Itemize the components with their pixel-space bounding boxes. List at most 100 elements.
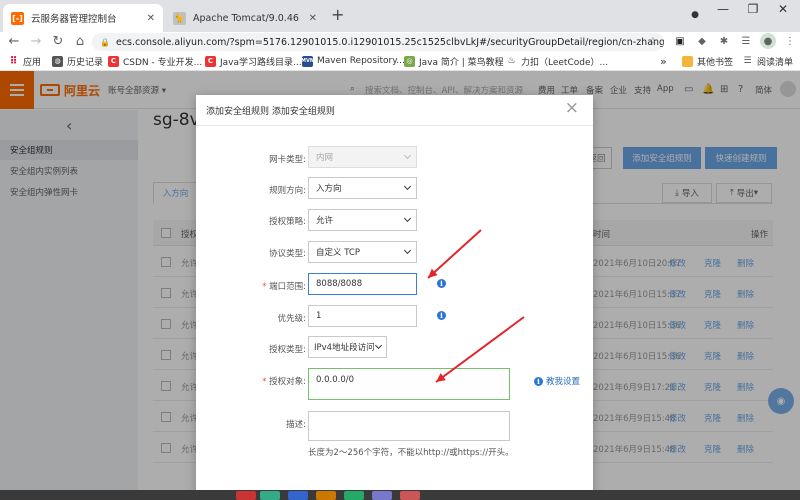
extension-icon[interactable]: ◆ (694, 33, 710, 49)
bookmark-history[interactable]: ◍ 历史记录 (52, 54, 103, 68)
info-icon[interactable]: i (437, 279, 446, 288)
dialog-title-text: 添加安全组规则 (206, 107, 270, 117)
auth-object-textarea[interactable]: 0.0.0.0/0 (308, 368, 510, 400)
chevron-down-icon (403, 246, 412, 255)
new-tab-icon[interactable]: + (331, 7, 344, 23)
back-icon[interactable]: ← (4, 32, 24, 51)
reading-list-icon: ☰ (743, 56, 752, 66)
tab-aliyun-console[interactable]: [-] 云服务器管理控制台 ✕ (3, 4, 163, 32)
port-range-label-text: 端口范围: (269, 282, 306, 292)
menu-icon[interactable]: ⋮ (782, 33, 798, 49)
aliyun-favicon-icon: [-] (11, 11, 24, 25)
tab-search-icon[interactable]: ● (680, 10, 710, 20)
bookmark-leetcode[interactable]: ♨ 力扣（LeetCode）... (506, 54, 608, 68)
extension-icon[interactable]: ▣ (672, 33, 688, 49)
close-tab-icon[interactable]: ✕ (147, 13, 155, 24)
lock-icon: 🔒 (100, 37, 110, 47)
description-help-text: 长度为2～256个字符，不能以http://或https://开头。 (308, 448, 514, 458)
tab-tomcat[interactable]: 🐈 Apache Tomcat/9.0.46 ✕ (165, 4, 325, 32)
taskbar (0, 490, 800, 500)
taskbar-app-icon[interactable] (260, 491, 280, 500)
priority-label: 优先级: (277, 314, 306, 324)
taskbar-app-icon[interactable] (344, 491, 364, 500)
dialog-title: 添加安全组规则 添加安全组规则 (206, 104, 335, 117)
chevron-down-icon (403, 182, 412, 191)
close-window-icon[interactable]: ✕ (768, 2, 798, 16)
auth-object-label-text: 授权对象: (269, 377, 306, 387)
browser-tab-strip: [-] 云服务器管理控制台 ✕ 🐈 Apache Tomcat/9.0.46 ✕… (0, 0, 800, 32)
bookmark-star-icon[interactable]: ☆ (645, 33, 661, 49)
dialog-title-secondary: 添加安全组规则 (271, 107, 335, 117)
direction-label: 规则方向: (269, 186, 306, 196)
leetcode-icon: ♨ (507, 56, 516, 66)
policy-value: 允许 (316, 216, 334, 226)
taskbar-app-icon[interactable] (236, 491, 256, 500)
policy-select[interactable]: 允许 (308, 209, 417, 231)
nic-type-label: 网卡类型: (269, 155, 306, 165)
bookmark-csdn[interactable]: C CSDN - 专业开发... (108, 54, 202, 68)
protocol-label: 协议类型: (269, 249, 306, 259)
bookmark-label: Maven Repository... (317, 56, 405, 66)
browser-toolbar: ← → ↻ ⌂ 🔒 ecs.console.aliyun.com/?spm=51… (0, 32, 800, 51)
bookmark-runoob[interactable]: ◎ Java 简介 | 菜鸟教程 (404, 54, 504, 68)
direction-value: 入方向 (316, 184, 342, 194)
bookmark-maven[interactable]: MVN Maven Repository... (301, 54, 405, 68)
folder-icon (682, 55, 693, 67)
close-icon[interactable]: × (565, 98, 579, 118)
bookmark-folder-other[interactable]: 其他书签 (682, 54, 733, 68)
add-rule-dialog: 添加安全组规则 添加安全组规则 × 网卡类型: 内网 规则方向: 入方向 授权策… (196, 95, 593, 500)
port-range-input[interactable]: 8088/8088 (308, 273, 417, 295)
home-icon[interactable]: ⌂ (70, 32, 90, 51)
chevron-down-icon (403, 151, 412, 160)
description-textarea[interactable] (308, 411, 510, 441)
info-icon[interactable]: i (437, 311, 446, 320)
bookmarks-bar: ⠿ 应用 ◍ 历史记录 C CSDN - 专业开发... C Java学习路线目… (0, 51, 800, 71)
runoob-icon: ◎ (404, 55, 415, 67)
puzzle-icon[interactable]: ✱ (716, 33, 732, 49)
required-mark: * (262, 377, 267, 387)
reading-list-icon[interactable]: ☰ (738, 33, 754, 49)
avatar[interactable]: ● (760, 33, 776, 49)
bookmark-label: 力扣（LeetCode）... (521, 57, 609, 68)
tab-title: 云服务器管理控制台 (31, 14, 117, 25)
bookmarks-overflow-button[interactable]: » (660, 54, 667, 68)
bookmark-apps[interactable]: ⠿ 应用 (8, 54, 41, 68)
taskbar-app-icon[interactable] (400, 491, 420, 500)
bookmark-label: 阅读清单 (757, 57, 794, 68)
csdn-icon: C (205, 55, 216, 67)
forward-icon[interactable]: → (26, 32, 46, 51)
taskbar-app-icon[interactable] (372, 491, 392, 500)
apps-grid-icon: ⠿ (9, 55, 18, 67)
tab-title: Apache Tomcat/9.0.46 (193, 12, 299, 24)
nic-type-value: 内网 (316, 153, 334, 163)
chevron-down-icon (403, 214, 412, 223)
bookmark-label: 应用 (23, 57, 42, 68)
reload-icon[interactable]: ↻ (48, 32, 68, 51)
bookmark-label: 其他书签 (697, 57, 734, 68)
taskbar-app-icon[interactable] (316, 491, 336, 500)
policy-label: 授权策略: (269, 217, 306, 227)
taskbar-app-icon[interactable] (288, 491, 308, 500)
bookmark-java-route[interactable]: C Java学习路线目录... (205, 54, 302, 68)
minimize-icon[interactable]: — (708, 2, 738, 16)
address-bar[interactable]: 🔒 ecs.console.aliyun.com/?spm=5176.12901… (92, 33, 664, 51)
priority-input[interactable]: 1 (308, 305, 417, 327)
maximize-icon[interactable]: ❐ (738, 2, 768, 16)
globe-icon: ◍ (52, 55, 63, 67)
tutorial-link[interactable]: i 教我设置 (534, 375, 580, 387)
reading-list-button[interactable]: ☰ 阅读清单 (742, 54, 793, 68)
url-text: ecs.console.aliyun.com/?spm=5176.1290101… (115, 36, 664, 48)
auth-type-value: IPv4地址段访问 (314, 343, 375, 353)
bookmark-label: 历史记录 (67, 57, 104, 68)
csdn-icon: C (108, 55, 119, 67)
close-tab-icon[interactable]: ✕ (309, 13, 317, 24)
port-range-label: * 端口范围: (196, 280, 306, 292)
tutorial-link-text: 教我设置 (546, 377, 581, 387)
protocol-select[interactable]: 自定义 TCP (308, 241, 417, 263)
description-label: 描述: (286, 420, 306, 430)
auth-type-select[interactable]: IPv4地址段访问 (308, 336, 387, 358)
tomcat-favicon-icon: 🐈 (173, 11, 186, 25)
direction-select[interactable]: 入方向 (308, 177, 417, 199)
maven-icon: MVN (301, 55, 314, 67)
bookmark-label: CSDN - 专业开发... (123, 57, 203, 68)
